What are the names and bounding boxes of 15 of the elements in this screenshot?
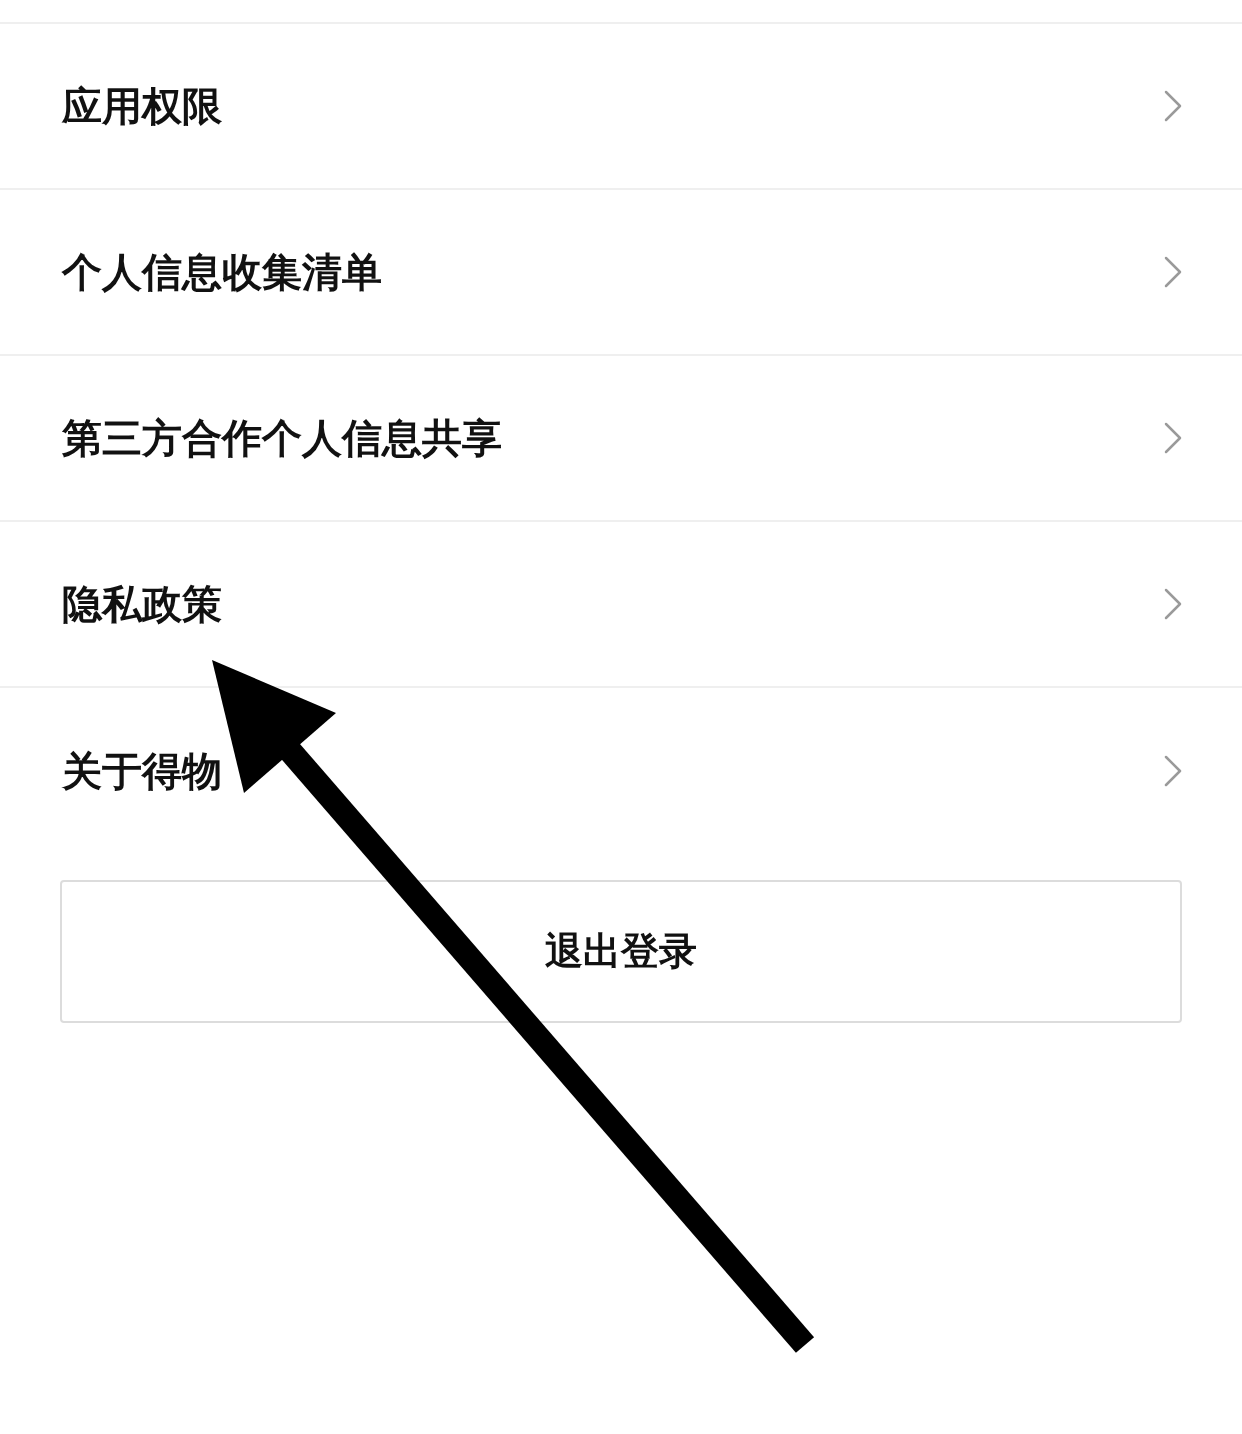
chevron-right-icon [1164,90,1182,122]
menu-item-label: 个人信息收集清单 [62,247,382,297]
logout-button[interactable]: 退出登录 [60,880,1182,1023]
menu-item-label: 关于得物 [62,746,222,796]
menu-item[interactable]: 个人信息收集清单 [0,190,1242,356]
menu-item[interactable]: 应用权限 [0,24,1242,190]
chevron-right-icon [1164,256,1182,288]
menu-item[interactable]: 关于得物 [0,688,1242,854]
menu-item-label: 第三方合作个人信息共享 [62,413,502,463]
chevron-right-icon [1164,588,1182,620]
menu-item-label: 应用权限 [62,81,222,131]
chevron-right-icon [1164,422,1182,454]
chevron-right-icon [1164,755,1182,787]
menu-item-label: 隐私政策 [62,579,222,629]
menu-item[interactable]: 第三方合作个人信息共享 [0,356,1242,522]
